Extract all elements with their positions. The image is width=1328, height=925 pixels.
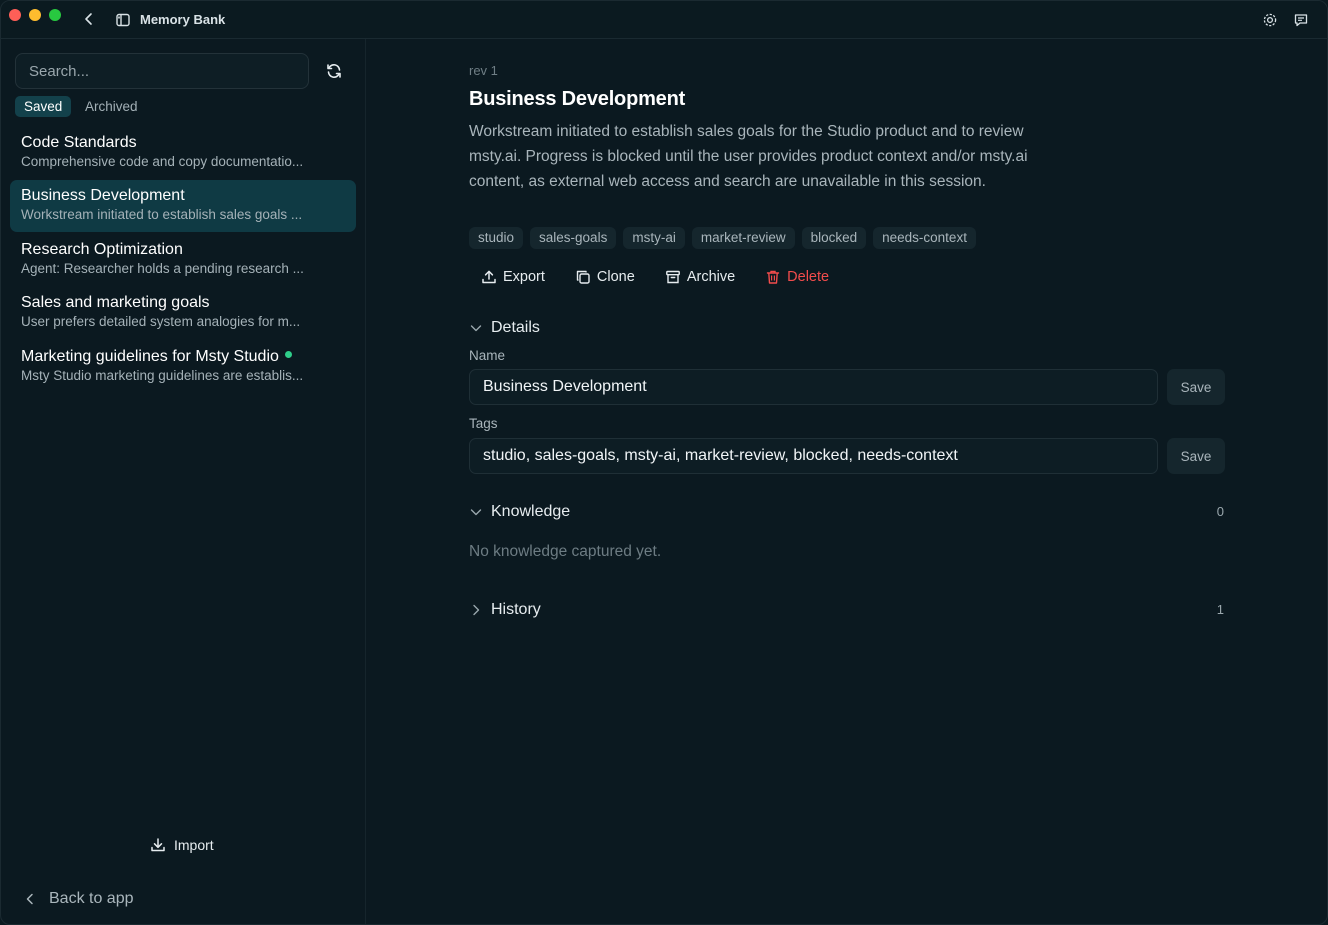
title-bar: Memory Bank: [1, 1, 1327, 39]
list-item-subtitle: Workstream initiated to establish sales …: [21, 207, 303, 222]
save-name-button[interactable]: Save: [1167, 369, 1225, 405]
details-section-toggle[interactable]: Details: [469, 319, 540, 337]
tag: blocked: [801, 227, 867, 249]
chevron-down-icon: [469, 321, 483, 335]
name-field[interactable]: [469, 369, 1158, 405]
list-item[interactable]: Sales and marketing goals User prefers d…: [10, 287, 356, 339]
search-input[interactable]: [15, 53, 309, 89]
close-window-button[interactable]: [9, 9, 21, 21]
zoom-window-button[interactable]: [49, 9, 61, 21]
knowledge-heading: Knowledge: [491, 503, 571, 520]
minimize-window-button[interactable]: [29, 9, 41, 21]
revision-label: rev 1: [469, 63, 498, 78]
tab-saved[interactable]: Saved: [15, 96, 72, 117]
export-button[interactable]: Export: [481, 269, 545, 285]
delete-label: Delete: [787, 269, 830, 285]
list-item-subtitle: Msty Studio marketing guidelines are est…: [21, 368, 304, 383]
list-item-subtitle: Agent: Researcher holds a pending resear…: [21, 261, 304, 276]
chevron-down-icon: [469, 505, 483, 519]
download-icon: [150, 837, 166, 853]
knowledge-count: 0: [1216, 504, 1224, 519]
action-bar: Export Clone Archive Delete: [481, 269, 829, 285]
list-item[interactable]: Code Standards Comprehensive code and co…: [10, 127, 356, 179]
history-section-toggle[interactable]: History: [469, 601, 541, 619]
list-item-title: Business Development: [21, 187, 185, 204]
knowledge-section-toggle[interactable]: Knowledge: [469, 503, 570, 521]
list-item[interactable]: Research Optimization Agent: Researcher …: [10, 234, 356, 286]
list-item-title: Sales and marketing goals: [21, 294, 210, 311]
tag: studio: [469, 227, 524, 249]
window-title: Memory Bank: [140, 12, 226, 27]
trash-icon: [765, 269, 781, 285]
export-label: Export: [503, 269, 545, 285]
archive-button[interactable]: Archive: [665, 269, 735, 285]
back-to-app-button[interactable]: Back to app: [23, 890, 134, 908]
chevron-left-icon[interactable]: [81, 11, 97, 27]
archive-icon: [665, 269, 681, 285]
upload-icon: [481, 269, 497, 285]
archive-label: Archive: [686, 269, 736, 285]
chat-icon[interactable]: [1293, 12, 1309, 28]
clone-label: Clone: [596, 269, 635, 285]
list-item-title: Research Optimization: [21, 241, 183, 258]
status-dot: [284, 351, 292, 358]
list-item-title: Marketing guidelines for Msty Studio: [21, 348, 279, 365]
gear-icon[interactable]: [1262, 12, 1278, 28]
delete-button[interactable]: Delete: [765, 269, 829, 285]
knowledge-empty-state: No knowledge captured yet.: [469, 543, 662, 560]
list-item-subtitle: Comprehensive code and copy documentatio…: [21, 154, 304, 169]
name-label: Name: [469, 348, 506, 363]
chevron-left-icon: [23, 892, 37, 906]
app-window: Memory Bank Saved Archived Code Standard…: [0, 0, 1328, 925]
back-to-app-label: Back to app: [49, 890, 134, 907]
page-title: Business Development: [469, 88, 686, 110]
details-heading: Details: [491, 319, 540, 336]
tags-field[interactable]: [469, 438, 1158, 474]
list-item-title: Code Standards: [21, 134, 137, 151]
clone-button[interactable]: Clone: [575, 269, 635, 285]
import-button[interactable]: Import: [150, 837, 214, 853]
refresh-icon[interactable]: [325, 62, 343, 80]
tab-archived[interactable]: Archived: [76, 96, 147, 117]
save-tags-button[interactable]: Save: [1167, 438, 1225, 474]
sidebar: Saved Archived Code Standards Comprehens…: [1, 39, 366, 924]
copy-icon: [575, 269, 591, 285]
tags-label: Tags: [469, 416, 498, 431]
description: Workstream initiated to establish sales …: [469, 123, 1028, 190]
list-item[interactable]: Business Development Workstream initiate…: [10, 180, 356, 232]
list-item[interactable]: Marketing guidelines for Msty Studio Mst…: [10, 341, 356, 393]
list-item-subtitle: User prefers detailed system analogies f…: [21, 314, 301, 329]
chevron-right-icon: [469, 603, 483, 617]
tag-list: studio sales-goals msty-ai market-review…: [469, 227, 976, 249]
tag: market-review: [691, 227, 795, 249]
import-label: Import: [174, 837, 214, 853]
tag: sales-goals: [530, 227, 617, 249]
sidebar-toggle-icon[interactable]: [115, 12, 131, 28]
history-heading: History: [491, 601, 541, 618]
tag: needs-context: [873, 227, 976, 249]
tag: msty-ai: [623, 227, 685, 249]
history-count: 1: [1216, 602, 1224, 617]
